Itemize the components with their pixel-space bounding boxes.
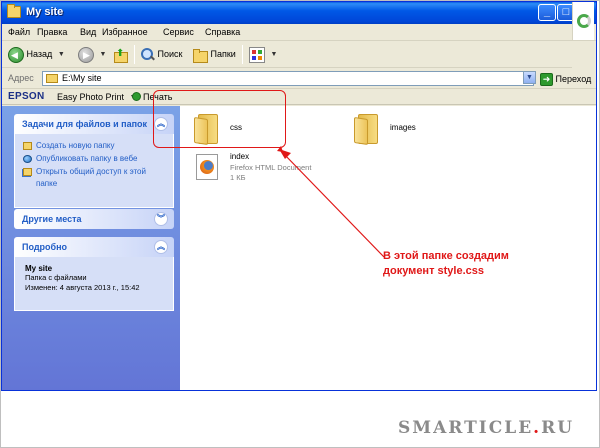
- task-share-folder[interactable]: Открыть общий доступ к этой папке: [15, 166, 173, 188]
- menu-help[interactable]: Справка: [205, 27, 240, 37]
- address-bar: Адрес E:\My site ▼ ➜ Переход: [2, 69, 596, 89]
- site-watermark: SMARTICLE.RU: [398, 418, 574, 438]
- file-type: Firefox HTML Document: [230, 163, 312, 172]
- easy-photo-print-label: Easy Photo Print: [57, 92, 125, 102]
- task-pane: Задачи для файлов и папок ︽ Создать нову…: [2, 106, 180, 390]
- watermark-dot: .: [533, 418, 542, 438]
- folder-up-icon: [112, 45, 128, 63]
- expand-icon[interactable]: ︾: [154, 212, 168, 226]
- search-button[interactable]: Поиск: [140, 45, 182, 63]
- go-label: Переход: [555, 74, 592, 84]
- globe-icon: [23, 155, 32, 163]
- watermark-main: SMARTICLE: [398, 418, 534, 438]
- explorer-window: My site _ □ ✕ Файл Правка Вид Избранное …: [1, 1, 597, 391]
- up-button[interactable]: [112, 45, 128, 63]
- task-publish-web[interactable]: Опубликовать папку в вебе: [15, 153, 173, 166]
- details-type: Папка с файлами: [25, 273, 87, 282]
- address-dropdown-button[interactable]: ▼: [523, 71, 536, 84]
- minimize-button[interactable]: _: [538, 4, 556, 21]
- file-item-index[interactable]: index Firefox HTML Document 1 КБ: [194, 152, 324, 186]
- windows-logo-icon: [577, 14, 591, 28]
- folder-icon: [354, 114, 380, 145]
- go-arrow-icon: ➜: [540, 73, 553, 87]
- chevron-down-icon[interactable]: ▼: [100, 51, 107, 58]
- back-button[interactable]: Назад ▼: [8, 45, 65, 63]
- search-label: Поиск: [157, 49, 183, 59]
- folders-icon: [192, 48, 208, 63]
- folders-button[interactable]: Папки: [192, 45, 236, 63]
- screenshot-frame: My site _ □ ✕ Файл Правка Вид Избранное …: [0, 0, 600, 448]
- epson-toolbar: EPSON Easy Photo Print ▼ Печать: [2, 90, 596, 105]
- views-icon: [249, 46, 265, 63]
- toolbar-separator: [134, 45, 135, 64]
- back-label: Назад: [26, 49, 53, 59]
- toolbar-separator: [242, 45, 243, 64]
- firefox-document-icon: [196, 154, 218, 180]
- file-name: index: [230, 152, 250, 161]
- epson-logo: EPSON: [8, 91, 45, 102]
- task-label-continued: папке: [36, 179, 58, 188]
- menu-favorites[interactable]: Избранное: [102, 27, 148, 37]
- file-tasks-header[interactable]: Задачи для файлов и папок ︽: [14, 114, 174, 134]
- address-input[interactable]: E:\My site: [42, 71, 534, 86]
- highlight-box: [153, 90, 286, 148]
- other-places-title: Другие места: [22, 214, 82, 224]
- details-modified: Изменен: 4 августа 2013 г., 15:42: [25, 283, 140, 292]
- menu-bar: Файл Правка Вид Избранное Сервис Справка: [2, 24, 596, 41]
- details-header[interactable]: Подробно ︽: [14, 237, 174, 257]
- annotation-note: В этой папке создадим документ style.css: [383, 249, 543, 279]
- file-size: 1 КБ: [230, 173, 246, 182]
- toolbar: Назад ▼ ▼ Поиск Папки ▼: [2, 41, 572, 68]
- file-name: images: [390, 123, 416, 132]
- address-label: Адрес: [8, 73, 34, 83]
- chevron-down-icon[interactable]: ▼: [271, 51, 278, 58]
- task-new-folder[interactable]: Создать новую папку: [15, 140, 173, 153]
- title-bar[interactable]: My site _ □ ✕: [2, 2, 596, 24]
- views-button[interactable]: ▼: [249, 45, 277, 63]
- folder-icon: [7, 4, 21, 18]
- menu-tools[interactable]: Сервис: [163, 27, 194, 37]
- details-body: My site Папка с файлами Изменен: 4 авгус…: [14, 257, 174, 311]
- back-arrow-icon: [8, 46, 24, 63]
- file-tasks-title: Задачи для файлов и папок: [22, 119, 148, 129]
- print-icon: [132, 92, 141, 101]
- folder-item-images[interactable]: images: [352, 112, 442, 148]
- task-label: Создать новую папку: [36, 141, 115, 150]
- forward-button[interactable]: ▼: [78, 45, 106, 63]
- chevron-down-icon[interactable]: ▼: [58, 51, 65, 58]
- folders-label: Папки: [210, 49, 236, 59]
- watermark-tail: RU: [541, 418, 575, 438]
- menu-edit[interactable]: Правка: [37, 27, 67, 37]
- share-folder-icon: [23, 168, 32, 176]
- window-title: My site: [26, 6, 64, 18]
- file-tasks-panel: Задачи для файлов и папок ︽ Создать нову…: [14, 114, 174, 208]
- other-places-header[interactable]: Другие места ︾: [14, 209, 174, 229]
- details-title: Подробно: [22, 242, 68, 252]
- details-panel: Подробно ︽ My site Папка с файлами Измен…: [14, 237, 174, 311]
- menu-view[interactable]: Вид: [80, 27, 96, 37]
- go-button[interactable]: ➜ Переход: [540, 72, 592, 87]
- annotation-line-1: В этой папке создадим: [383, 250, 509, 262]
- content-area: Задачи для файлов и папок ︽ Создать нову…: [2, 106, 596, 390]
- file-tasks-body: Создать новую папку Опубликовать папку в…: [14, 134, 174, 208]
- folder-icon: [46, 74, 58, 83]
- windows-throbber: [572, 2, 594, 40]
- address-value: E:\My site: [62, 73, 102, 83]
- menu-file[interactable]: Файл: [8, 27, 30, 37]
- new-folder-icon: [23, 142, 32, 150]
- task-label: Открыть общий доступ к этой: [36, 167, 146, 176]
- forward-arrow-icon: [78, 46, 94, 63]
- other-places-panel: Другие места ︾: [14, 209, 174, 229]
- details-name: My site: [25, 264, 53, 273]
- collapse-icon[interactable]: ︽: [154, 240, 168, 254]
- easy-photo-print-menu[interactable]: Easy Photo Print ▼: [57, 92, 137, 102]
- annotation-line-2: документ style.css: [383, 265, 485, 277]
- task-label: Опубликовать папку в вебе: [36, 154, 138, 163]
- search-icon: [140, 47, 155, 62]
